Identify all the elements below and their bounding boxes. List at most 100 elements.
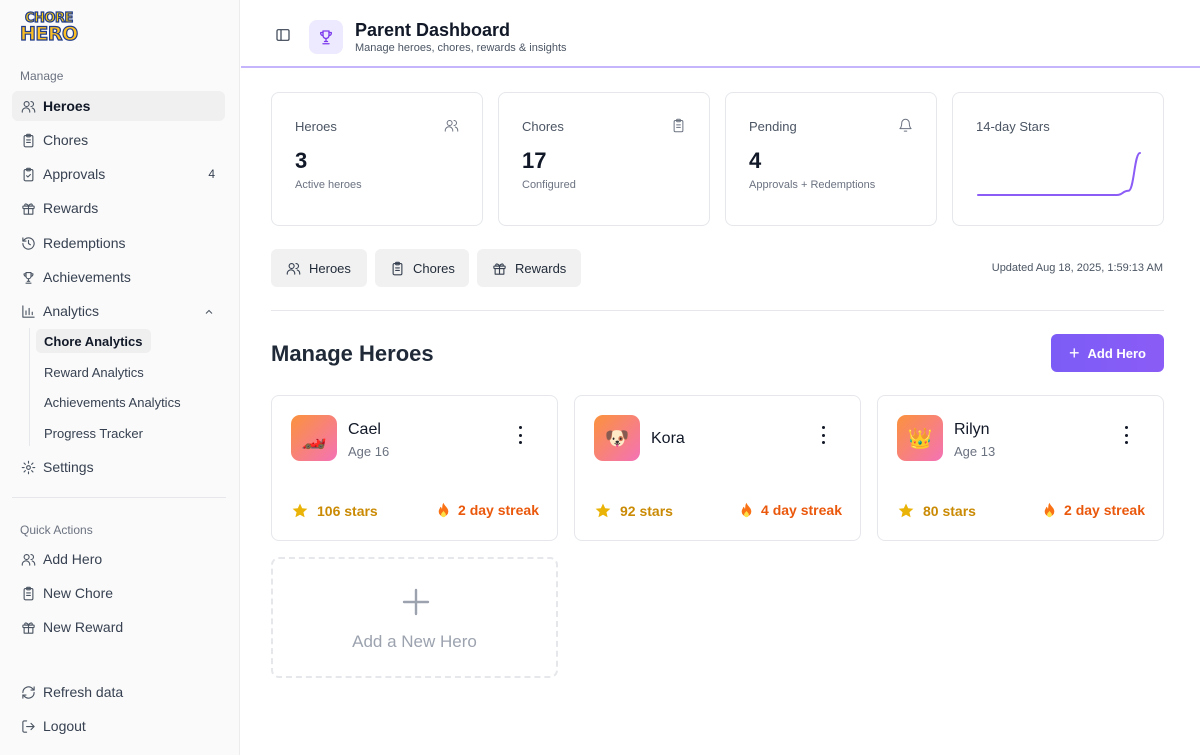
stat-label: Pending bbox=[749, 119, 797, 134]
clipboard-icon bbox=[671, 118, 687, 134]
subnav-reward-analytics[interactable]: Reward Analytics bbox=[36, 360, 152, 384]
sidebar-item-redemptions[interactable]: Redemptions bbox=[12, 228, 225, 258]
pill-label: Heroes bbox=[309, 260, 351, 276]
plus-icon: + bbox=[1068, 343, 1080, 363]
hero-avatar: 🐶 bbox=[594, 415, 640, 461]
quick-action-label: New Reward bbox=[43, 619, 124, 635]
add-hero-label: Add Hero bbox=[1087, 345, 1147, 361]
sidebar-item-label: Analytics bbox=[43, 303, 100, 319]
section-title: Manage Heroes bbox=[271, 341, 434, 366]
sidebar-item-settings[interactable]: Settings bbox=[12, 452, 225, 482]
quick-actions-title: Quick Actions bbox=[20, 523, 93, 537]
sidebar-toggle-icon[interactable] bbox=[275, 27, 291, 43]
hero-streak: 4 day streak bbox=[740, 502, 842, 518]
gear-icon bbox=[20, 459, 36, 475]
stat-card-pending: Pending 4 Approvals + Redemptions bbox=[725, 92, 937, 226]
sidebar-item-heroes[interactable]: Heroes bbox=[12, 91, 225, 121]
logo-line-2: HERO bbox=[19, 23, 78, 45]
page-subtitle: Manage heroes, chores, rewards & insight… bbox=[355, 42, 567, 54]
subnav-chore-analytics[interactable]: Chore Analytics bbox=[36, 329, 151, 353]
users-icon bbox=[20, 551, 36, 567]
quick-link-heroes[interactable]: Heroes bbox=[271, 249, 367, 287]
logout-button[interactable]: Logout bbox=[12, 711, 225, 741]
users-icon bbox=[444, 118, 460, 134]
quick-add-hero[interactable]: Add Hero bbox=[12, 544, 225, 574]
flame-icon bbox=[438, 502, 449, 518]
subnav-progress-tracker[interactable]: Progress Tracker bbox=[36, 421, 151, 445]
stat-label: Heroes bbox=[295, 119, 337, 134]
updated-timestamp: Updated Aug 18, 2025, 1:59:13 AM bbox=[991, 262, 1163, 274]
star-icon bbox=[595, 503, 611, 518]
hero-avatar: 👑 bbox=[897, 415, 943, 461]
manage-section-title: Manage bbox=[20, 69, 64, 83]
hero-stars: 92 stars bbox=[594, 502, 673, 520]
refresh-label: Refresh data bbox=[43, 684, 124, 700]
chevron-up-icon[interactable] bbox=[203, 305, 215, 317]
quick-link-chores[interactable]: Chores bbox=[375, 249, 469, 287]
trophy-icon bbox=[309, 20, 343, 54]
clipboard-check-icon bbox=[20, 166, 36, 182]
content-divider bbox=[271, 310, 1164, 311]
clipboard-icon bbox=[20, 132, 36, 148]
quick-new-reward[interactable]: New Reward bbox=[12, 612, 225, 642]
stat-value: 17 bbox=[522, 148, 547, 173]
sidebar-item-label: Heroes bbox=[43, 98, 91, 114]
refresh-data-button[interactable]: Refresh data bbox=[12, 677, 225, 707]
users-icon bbox=[286, 261, 301, 276]
plus-icon bbox=[402, 588, 430, 616]
logout-icon bbox=[20, 718, 36, 734]
sidebar-item-analytics[interactable]: Analytics bbox=[12, 296, 225, 326]
more-options-icon[interactable] bbox=[517, 426, 523, 444]
page-title: Parent Dashboard bbox=[355, 20, 511, 40]
sidebar-item-label: Chores bbox=[43, 132, 89, 148]
clipboard-icon bbox=[390, 261, 405, 276]
stat-value: 4 bbox=[749, 148, 762, 173]
page-header: Parent Dashboard Manage heroes, chores, … bbox=[241, 0, 1200, 68]
quick-action-label: New Chore bbox=[43, 585, 114, 601]
hero-streak-text: 4 day streak bbox=[761, 502, 842, 518]
hero-age: Age 13 bbox=[954, 444, 996, 459]
flame-icon bbox=[1044, 502, 1055, 518]
approvals-count-badge: 4 bbox=[208, 167, 215, 181]
gift-icon bbox=[492, 261, 507, 276]
hero-avatar: 🏎️ bbox=[291, 415, 337, 461]
quick-link-rewards[interactable]: Rewards bbox=[477, 249, 581, 287]
clipboard-icon bbox=[20, 585, 36, 601]
sidebar-item-chores[interactable]: Chores bbox=[12, 125, 225, 155]
hero-stars: 80 stars bbox=[897, 502, 976, 520]
hero-streak: 2 day streak bbox=[1043, 502, 1145, 518]
flame-icon bbox=[741, 502, 752, 518]
logout-label: Logout bbox=[43, 718, 86, 734]
pill-label: Chores bbox=[413, 260, 455, 276]
hero-card-kora[interactable]: 🐶 Kora 92 stars 4 day streak bbox=[574, 395, 861, 541]
hero-name: Rilyn bbox=[954, 421, 990, 438]
hero-card-rilyn[interactable]: 👑 Rilyn Age 13 80 stars 2 day streak bbox=[877, 395, 1164, 541]
bar-chart-icon bbox=[20, 303, 36, 319]
chore-hero-logo[interactable]: CHORE HERO bbox=[19, 11, 78, 46]
users-icon bbox=[20, 98, 36, 114]
sidebar-item-achievements[interactable]: Achievements bbox=[12, 262, 225, 292]
quick-new-chore[interactable]: New Chore bbox=[12, 578, 225, 608]
pill-label: Rewards bbox=[515, 260, 567, 276]
hero-stars-text: 92 stars bbox=[620, 503, 673, 519]
stars-sparkline bbox=[977, 152, 1141, 196]
stat-note: Configured bbox=[522, 179, 576, 191]
hero-name: Kora bbox=[651, 430, 685, 447]
hero-stars-text: 106 stars bbox=[317, 503, 378, 519]
analytics-subnav-line bbox=[29, 328, 30, 446]
sparkline-series-line bbox=[977, 152, 1141, 196]
hero-card-cael[interactable]: 🏎️ Cael Age 16 106 stars 2 day streak bbox=[271, 395, 558, 541]
more-options-icon[interactable] bbox=[1123, 426, 1129, 444]
hero-stars: 106 stars bbox=[291, 502, 378, 520]
stat-note: Approvals + Redemptions bbox=[749, 179, 876, 191]
subnav-achievements-analytics[interactable]: Achievements Analytics bbox=[36, 390, 189, 414]
sidebar-item-rewards[interactable]: Rewards bbox=[12, 193, 225, 223]
stat-card-heroes: Heroes 3 Active heroes bbox=[271, 92, 483, 226]
sidebar-item-approvals[interactable]: Approvals 4 bbox=[12, 159, 225, 189]
add-new-hero-card[interactable]: Add a New Hero bbox=[271, 557, 558, 678]
add-hero-button[interactable]: + Add Hero bbox=[1051, 334, 1164, 372]
more-options-icon[interactable] bbox=[820, 426, 826, 444]
history-icon bbox=[20, 235, 36, 251]
hero-streak: 2 day streak bbox=[437, 502, 539, 518]
gift-icon bbox=[20, 619, 36, 635]
